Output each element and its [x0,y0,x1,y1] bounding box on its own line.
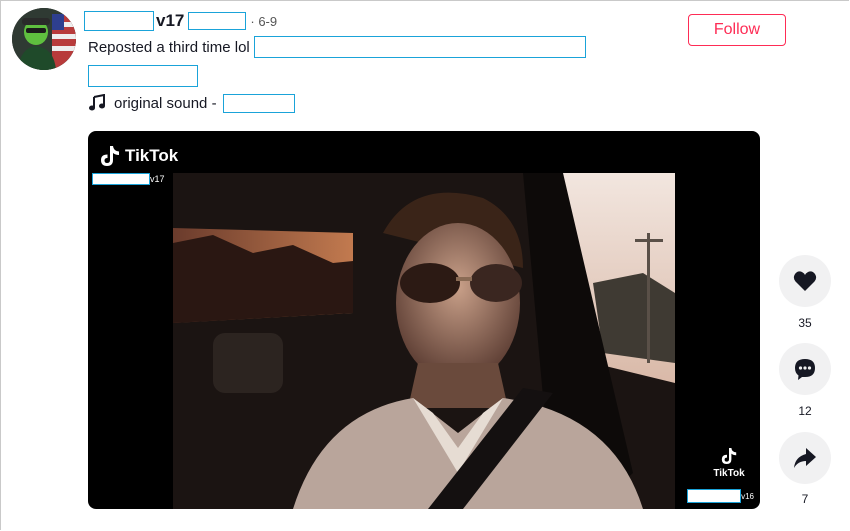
redacted-nickname [188,12,247,30]
heart-icon [793,270,817,292]
caption-tags [88,65,198,87]
comment-icon [793,357,817,381]
sound-label: original sound - [114,94,217,112]
redacted-sound-owner [222,93,295,113]
watermark-bottom-user: v16 [687,489,754,503]
share-button[interactable] [779,432,831,484]
sound-link[interactable]: original sound - [88,92,295,114]
comment-count: 12 [798,404,812,418]
watermark-brand: TikTok [125,146,179,165]
watermark-bottom-brand: TikTok [713,468,745,479]
music-note-icon [88,94,106,112]
redacted-hashtags [253,36,586,58]
post-date: · 6-9 [250,13,278,29]
like-count: 35 [798,316,812,330]
video-player[interactable]: TikTok v17 TikTok v16 [88,131,760,509]
tiktok-logo-icon [100,145,120,167]
avatar[interactable] [12,8,76,70]
watermark-bottom-user-suffix: v16 [741,491,754,501]
tiktok-logo-small-icon [708,447,750,468]
redacted-watermark-bottom-user [687,489,742,503]
comment-button[interactable] [779,343,831,395]
like-button[interactable] [779,255,831,307]
video-frame [173,173,675,509]
caption-text: Reposted a third time lol [88,38,250,56]
share-count: 7 [801,492,809,506]
watermark-user-suffix: v17 [150,174,165,184]
username[interactable]: v17 [156,11,184,31]
watermark-bottom: TikTok [708,447,750,479]
share-arrow-icon [793,447,817,469]
redacted-watermark-user [92,173,150,185]
follow-button[interactable]: Follow [688,14,786,46]
post-header: v17 · 6-9 [84,10,277,32]
redacted-username [84,11,154,31]
avatar-image [12,8,76,70]
redacted-tag [88,65,198,87]
watermark-top: TikTok [100,145,178,167]
watermark-user: v17 [92,173,165,185]
post-caption: Reposted a third time lol [88,36,586,58]
